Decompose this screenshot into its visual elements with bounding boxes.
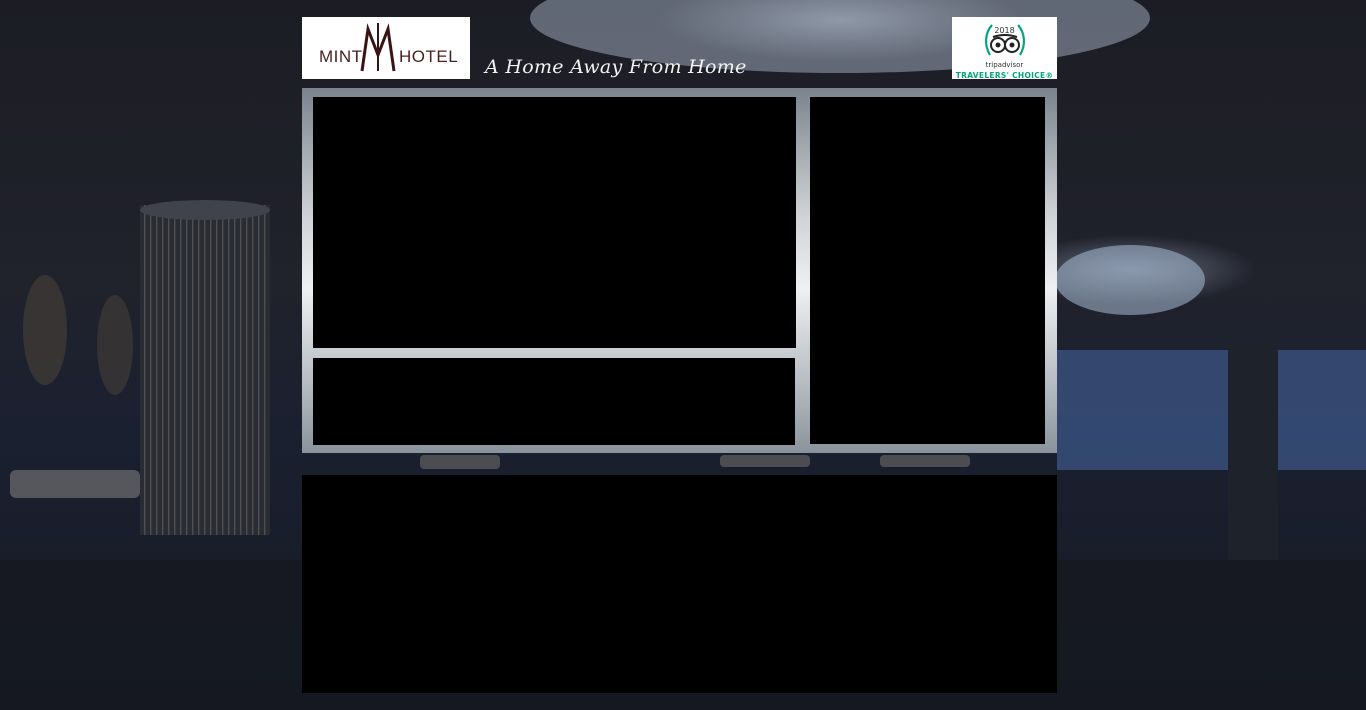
logo-word-mint: MINT <box>319 47 363 66</box>
hotel-tagline: A Home Away From Home <box>485 56 747 78</box>
main-content-panel[interactable] <box>313 97 796 348</box>
logo-word-hotel: HOTEL <box>399 47 459 66</box>
lower-content-panel[interactable] <box>302 475 1057 693</box>
hotel-logo[interactable]: MINT HOTEL <box>302 17 470 79</box>
hotel-monogram-icon <box>360 23 396 72</box>
sidebar-panel[interactable] <box>810 97 1045 444</box>
secondary-content-panel[interactable] <box>313 358 795 445</box>
award-brand: tripadvisor <box>985 61 1024 69</box>
tripadvisor-award-badge[interactable]: 2018 tripadvisor TRAVELERS' CHOICE® <box>952 17 1057 80</box>
award-title: TRAVELERS' CHOICE® <box>955 71 1054 80</box>
tripadvisor-owl-icon <box>990 34 1020 53</box>
